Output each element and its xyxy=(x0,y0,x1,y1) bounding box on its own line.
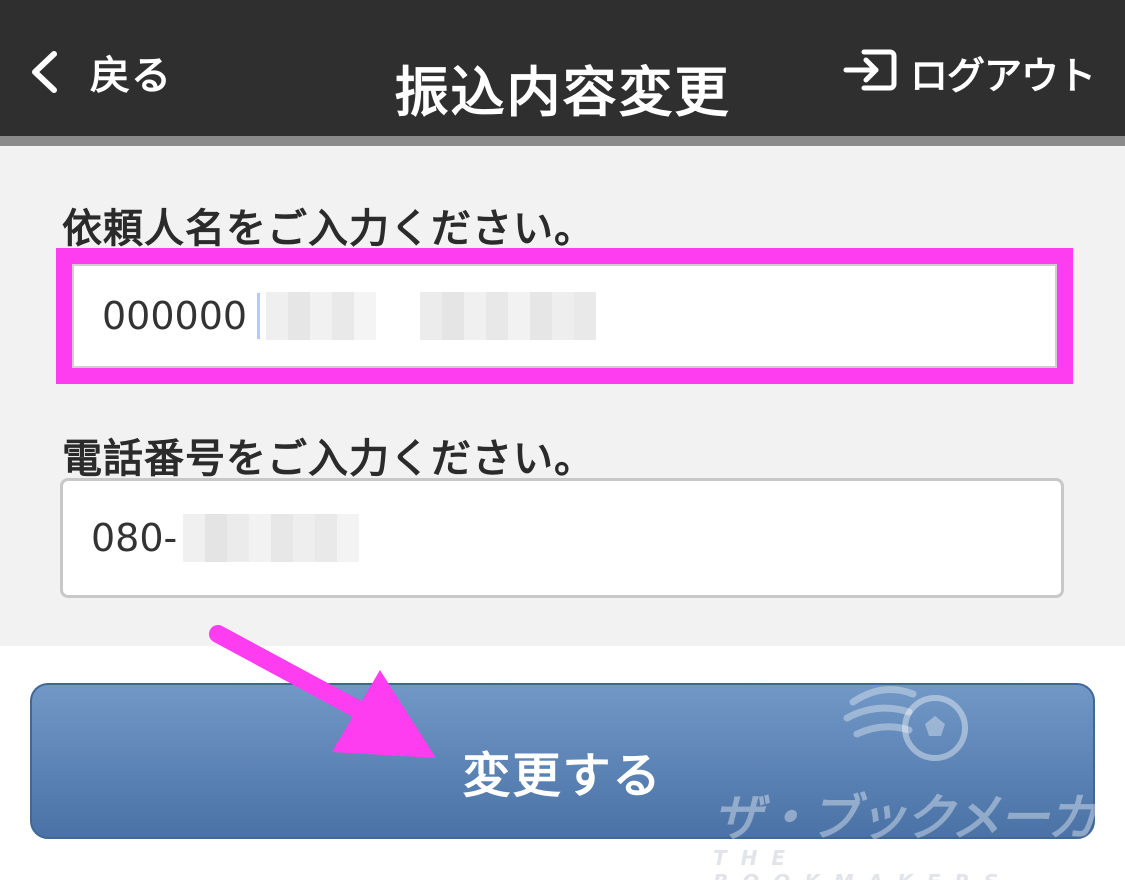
redacted-mosaic xyxy=(266,292,597,340)
header-divider xyxy=(0,136,1125,146)
form-area: 依頼人名をご入力ください。 000000 電話番号をご入力ください。 080- xyxy=(0,146,1125,646)
phone-input[interactable]: 080- xyxy=(60,478,1064,598)
logout-icon xyxy=(842,46,898,98)
name-field-label: 依頼人名をご入力ください。 xyxy=(62,206,595,252)
phone-field-label: 電話番号をご入力ください。 xyxy=(62,436,595,482)
submit-label: 変更する xyxy=(462,748,663,804)
name-input-value: 000000 xyxy=(102,294,248,338)
logout-button[interactable]: ログアウト xyxy=(842,44,1096,100)
logout-label: ログアウト xyxy=(909,53,1096,98)
watermark: ザ・ブックメーカーズ THE BOOKMAKERS xyxy=(713,660,1103,880)
annotation-arrow-icon xyxy=(209,625,436,758)
phone-input-value: 080- xyxy=(91,516,178,560)
redacted-mosaic xyxy=(183,514,360,562)
watermark-text-en: THE BOOKMAKERS xyxy=(713,846,998,880)
soccer-ball-icon xyxy=(843,686,968,761)
name-input[interactable]: 000000 xyxy=(72,264,1057,368)
text-caret xyxy=(257,293,261,339)
app-header: 戻る 振込内容変更 ログアウト xyxy=(0,0,1125,136)
